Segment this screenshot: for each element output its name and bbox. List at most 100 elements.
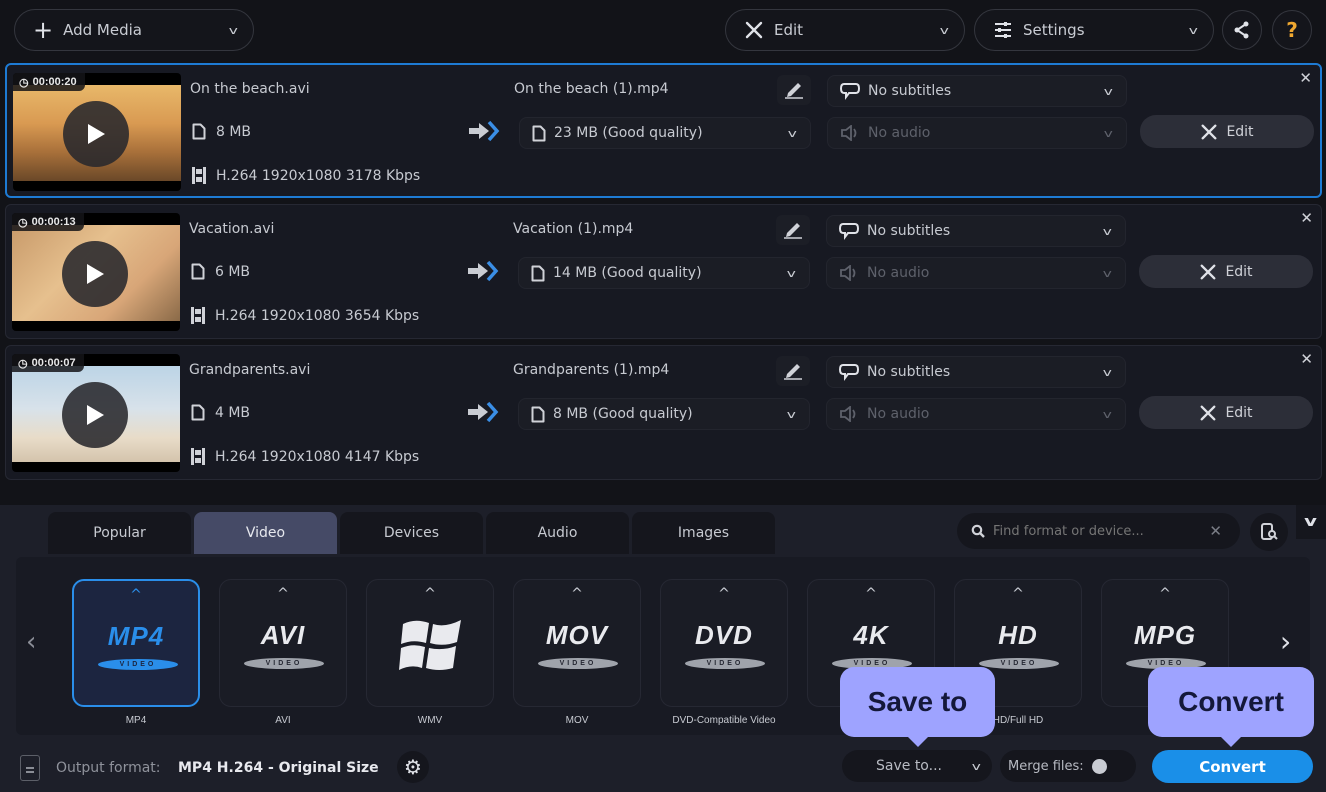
chevron-down-icon: v [229,23,239,37]
video-thumbnail[interactable]: ◷ 00:00:13 [12,213,180,331]
remove-file-button[interactable]: ✕ [1300,209,1313,227]
sliders-icon [995,22,1011,38]
device-search-icon [1261,523,1278,540]
chevron-up-icon[interactable]: ^ [514,586,640,602]
search-icon [971,524,985,538]
help-icon: ? [1286,18,1298,42]
play-button[interactable] [62,241,128,307]
audio-dropdown[interactable]: No audio v [826,257,1126,289]
format-card-wmv[interactable]: ^ [366,579,494,707]
subtitles-dropdown[interactable]: No subtitles v [826,215,1126,247]
remove-file-button[interactable]: ✕ [1300,350,1313,368]
codec-info: H.264 1920x1080 4147 Kbps [191,448,419,465]
format-strip: ‹ ^ MP4 VIDEO MP4 ^ AVI VIDEO AVI ^ WMV ^ MOV VID… [16,557,1310,735]
tab-devices[interactable]: Devices [340,512,483,554]
format-card-avi[interactable]: ^ AVI VIDEO [219,579,347,707]
chevron-up-icon[interactable]: ^ [955,586,1081,602]
codec-info-text: H.264 1920x1080 3654 Kbps [215,307,420,324]
format-search[interactable]: ✕ [957,513,1240,549]
save-to-callout: Save to [840,667,995,747]
play-button[interactable] [63,101,129,167]
chevron-up-icon[interactable]: ^ [808,586,934,602]
convert-label: Convert [1199,757,1266,776]
convert-button[interactable]: Convert [1152,750,1313,783]
subtitles-text: No subtitles [867,223,951,239]
remove-file-button[interactable]: ✕ [1299,69,1312,87]
tab-label: Popular [93,525,146,541]
rename-button[interactable] [776,356,810,386]
chevron-down-icon: v [788,126,798,140]
tools-icon [1201,124,1217,139]
video-disc-badge: VIDEO [685,658,765,669]
chevron-down-icon: v [1103,224,1113,238]
output-size-dropdown[interactable]: 23 MB (Good quality) v [519,117,811,149]
chevron-up-icon[interactable]: ^ [74,587,198,603]
audio-dropdown[interactable]: No audio v [827,117,1127,149]
output-settings-button[interactable]: ⚙ [397,751,429,783]
file-row[interactable]: ◷ 00:00:13 Vacation.avi 6 MB H.264 1920x1… [5,204,1322,339]
chevron-up-icon[interactable]: ^ [1102,586,1228,602]
collapse-panel-button[interactable]: v [1296,505,1326,539]
format-card-mp4[interactable]: ^ MP4 VIDEO [72,579,200,707]
chevron-up-icon[interactable]: ^ [220,586,346,602]
tab-audio[interactable]: Audio [486,512,629,554]
source-filename-text: Grandparents.avi [189,362,311,378]
scroll-left-button[interactable]: ‹ [26,627,36,657]
chevron-down-icon: v [787,407,797,421]
edit-file-button[interactable]: Edit [1140,115,1314,148]
tab-label: Devices [383,525,440,541]
file-icon [531,265,545,281]
device-detect-button[interactable] [1250,513,1288,551]
tab-popular[interactable]: Popular [48,512,191,554]
edit-file-button[interactable]: Edit [1139,255,1313,288]
share-button[interactable] [1222,10,1262,50]
convert-arrow-icon [468,401,499,423]
subtitles-text: No subtitles [868,83,952,99]
settings-button[interactable]: Settings v [974,9,1214,51]
edit-file-button[interactable]: Edit [1139,396,1313,429]
help-button[interactable]: ? [1272,10,1312,50]
output-filename: Vacation (1).mp4 [513,221,634,237]
subtitles-dropdown[interactable]: No subtitles v [826,356,1126,388]
output-size-dropdown[interactable]: 8 MB (Good quality) v [518,398,810,430]
source-size: 4 MB [191,404,250,421]
pencil-icon [784,364,802,380]
rename-button[interactable] [777,75,811,105]
save-to-label: Save to... [876,758,942,774]
format-card-mov[interactable]: ^ MOV VIDEO [513,579,641,707]
format-search-input[interactable] [993,523,1193,539]
video-thumbnail[interactable]: ◷ 00:00:07 [12,354,180,472]
edit-menu-button[interactable]: Edit v [725,9,965,51]
chevron-down-icon: v [1103,407,1113,421]
audio-dropdown[interactable]: No audio v [826,398,1126,430]
play-icon [88,124,105,144]
subtitles-dropdown[interactable]: No subtitles v [827,75,1127,107]
play-button[interactable] [62,382,128,448]
tab-images[interactable]: Images [632,512,775,554]
tab-video[interactable]: Video [194,512,337,554]
format-label: MP4 [125,715,147,726]
file-row[interactable]: ◷ 00:00:20 On the beach.avi 8 MB H.264 19… [5,63,1322,198]
edit-file-label: Edit [1226,123,1254,140]
output-size-text: 14 MB (Good quality) [553,265,702,281]
video-thumbnail[interactable]: ◷ 00:00:20 [13,73,181,191]
scroll-right-button[interactable]: › [1280,625,1291,658]
save-to-button[interactable]: Save to... v [842,750,992,782]
duration-badge: ◷ 00:00:07 [12,354,84,372]
plus-icon: + [33,16,54,44]
add-media-button[interactable]: + Add Media v [14,9,254,51]
clear-search-icon[interactable]: ✕ [1209,522,1222,540]
output-size-dropdown[interactable]: 14 MB (Good quality) v [518,257,810,289]
chevron-up-icon[interactable]: ^ [661,586,787,602]
format-logo: 4K [853,620,889,650]
merge-files-label: Merge files: [1008,758,1084,774]
rename-button[interactable] [776,215,810,245]
audio-text: No audio [868,125,931,141]
speech-bubble-icon [839,223,859,240]
chevron-up-icon[interactable]: ^ [367,586,493,602]
file-row[interactable]: ◷ 00:00:07 Grandparents.avi 4 MB H.264 19… [5,345,1322,480]
format-card-dvd-compatible-video[interactable]: ^ DVD VIDEO [660,579,788,707]
codec-info: H.264 1920x1080 3654 Kbps [191,307,419,324]
tab-label: Images [677,525,730,541]
merge-files-toggle[interactable]: Merge files: [1000,750,1136,782]
